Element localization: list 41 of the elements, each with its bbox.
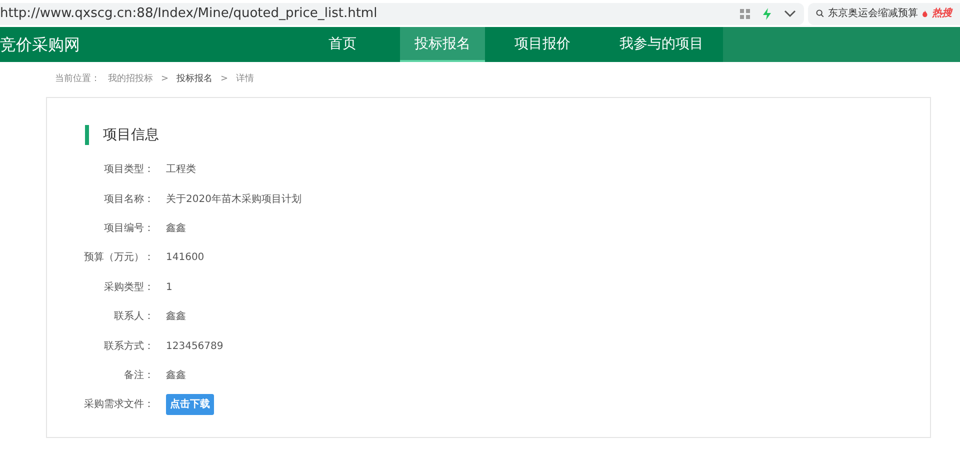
nav-tab[interactable]: 我参与的项目 xyxy=(600,27,723,62)
field-label: 预算（万元）： xyxy=(83,251,154,266)
breadcrumb-separator: > xyxy=(161,72,169,86)
lightning-icon[interactable] xyxy=(762,8,772,20)
field-value: 141600 xyxy=(166,251,204,266)
breadcrumb-link[interactable]: 投标报名 xyxy=(176,72,213,86)
field-label: 项目编号： xyxy=(103,222,154,236)
field-value: 鑫鑫 xyxy=(166,310,186,324)
nav-tab[interactable]: 项目报价 xyxy=(500,27,586,62)
chevron-down-icon[interactable] xyxy=(784,10,796,18)
search-field[interactable]: 东京奥运会缩减预算 热搜 xyxy=(808,2,960,24)
field-value: 1 xyxy=(166,280,172,295)
breadcrumb-link[interactable]: 详情 xyxy=(236,72,254,86)
breadcrumb-prefix: 当前位置： xyxy=(55,72,100,86)
flame-icon xyxy=(922,8,928,18)
field-label: 采购需求文件： xyxy=(83,398,154,412)
field-label: 项目名称： xyxy=(103,192,154,207)
search-icon xyxy=(816,8,824,19)
address-bar[interactable]: http://www.qxscg.cn:88/Index/Mine/quoted_price_list.html xyxy=(0,2,804,24)
grid-icon[interactable] xyxy=(740,8,750,18)
field-value: 123456789 xyxy=(166,340,224,354)
accent-bar xyxy=(85,125,89,145)
nav-tab[interactable]: 投标报名 xyxy=(400,27,486,62)
download-button[interactable]: 点击下载 xyxy=(166,394,214,416)
section-title: 项目信息 xyxy=(103,126,159,144)
field-value: 鑫鑫 xyxy=(166,222,186,236)
breadcrumb-link[interactable]: 我的招投标 xyxy=(108,72,153,86)
field-label: 采购类型： xyxy=(103,280,154,295)
field-label: 项目类型： xyxy=(103,162,154,178)
field-label: 联系人： xyxy=(113,310,154,324)
field-value: 关于2020年苗木采购项目计划 xyxy=(166,192,302,207)
breadcrumb-separator: > xyxy=(220,72,228,86)
field-label: 备注： xyxy=(123,368,154,383)
site-logo: 竞价采购网 xyxy=(0,34,81,56)
field-value: 工程类 xyxy=(166,162,196,178)
field-label: 联系方式： xyxy=(103,340,154,354)
hot-search-text: 东京奥运会缩减预算 xyxy=(828,6,918,21)
field-value: 鑫鑫 xyxy=(166,368,186,383)
hot-label: 热搜 xyxy=(932,6,952,21)
url-text: http://www.qxscg.cn:88/Index/Mine/quoted_price_list.html xyxy=(0,4,378,23)
nav-tab[interactable]: 首页 xyxy=(300,27,386,62)
